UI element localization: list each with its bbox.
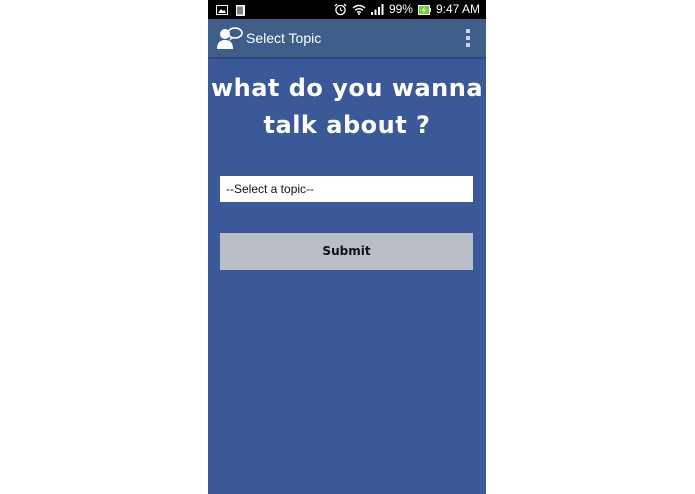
- chat-person-icon[interactable]: [217, 25, 243, 51]
- status-bar-left: [216, 3, 245, 17]
- overflow-dot: [466, 36, 470, 40]
- page-title: Select Topic: [246, 30, 322, 46]
- battery-percent: 99%: [388, 2, 413, 16]
- clock: 9:47 AM: [435, 2, 480, 16]
- topic-select[interactable]: --Select a topic--: [220, 176, 473, 202]
- phone-screen: 99% 9:47 AM Select Topic what do you wan…: [208, 0, 486, 494]
- wifi-icon: [352, 4, 366, 15]
- image-icon: [216, 5, 228, 15]
- sim-card-icon: [236, 4, 245, 16]
- overflow-dot: [466, 29, 470, 33]
- overflow-dot: [466, 43, 470, 47]
- submit-button[interactable]: Submit: [220, 233, 473, 270]
- signal-icon: [370, 4, 384, 15]
- alarm-icon: [334, 3, 347, 16]
- headline: what do you wanna talk about ?: [210, 74, 484, 139]
- overflow-menu-icon[interactable]: [464, 29, 472, 47]
- status-bar-right: 99% 9:47 AM: [334, 2, 480, 17]
- action-bar: Select Topic: [208, 19, 486, 57]
- battery-charging-icon: [417, 4, 431, 16]
- status-bar: 99% 9:47 AM: [208, 0, 486, 19]
